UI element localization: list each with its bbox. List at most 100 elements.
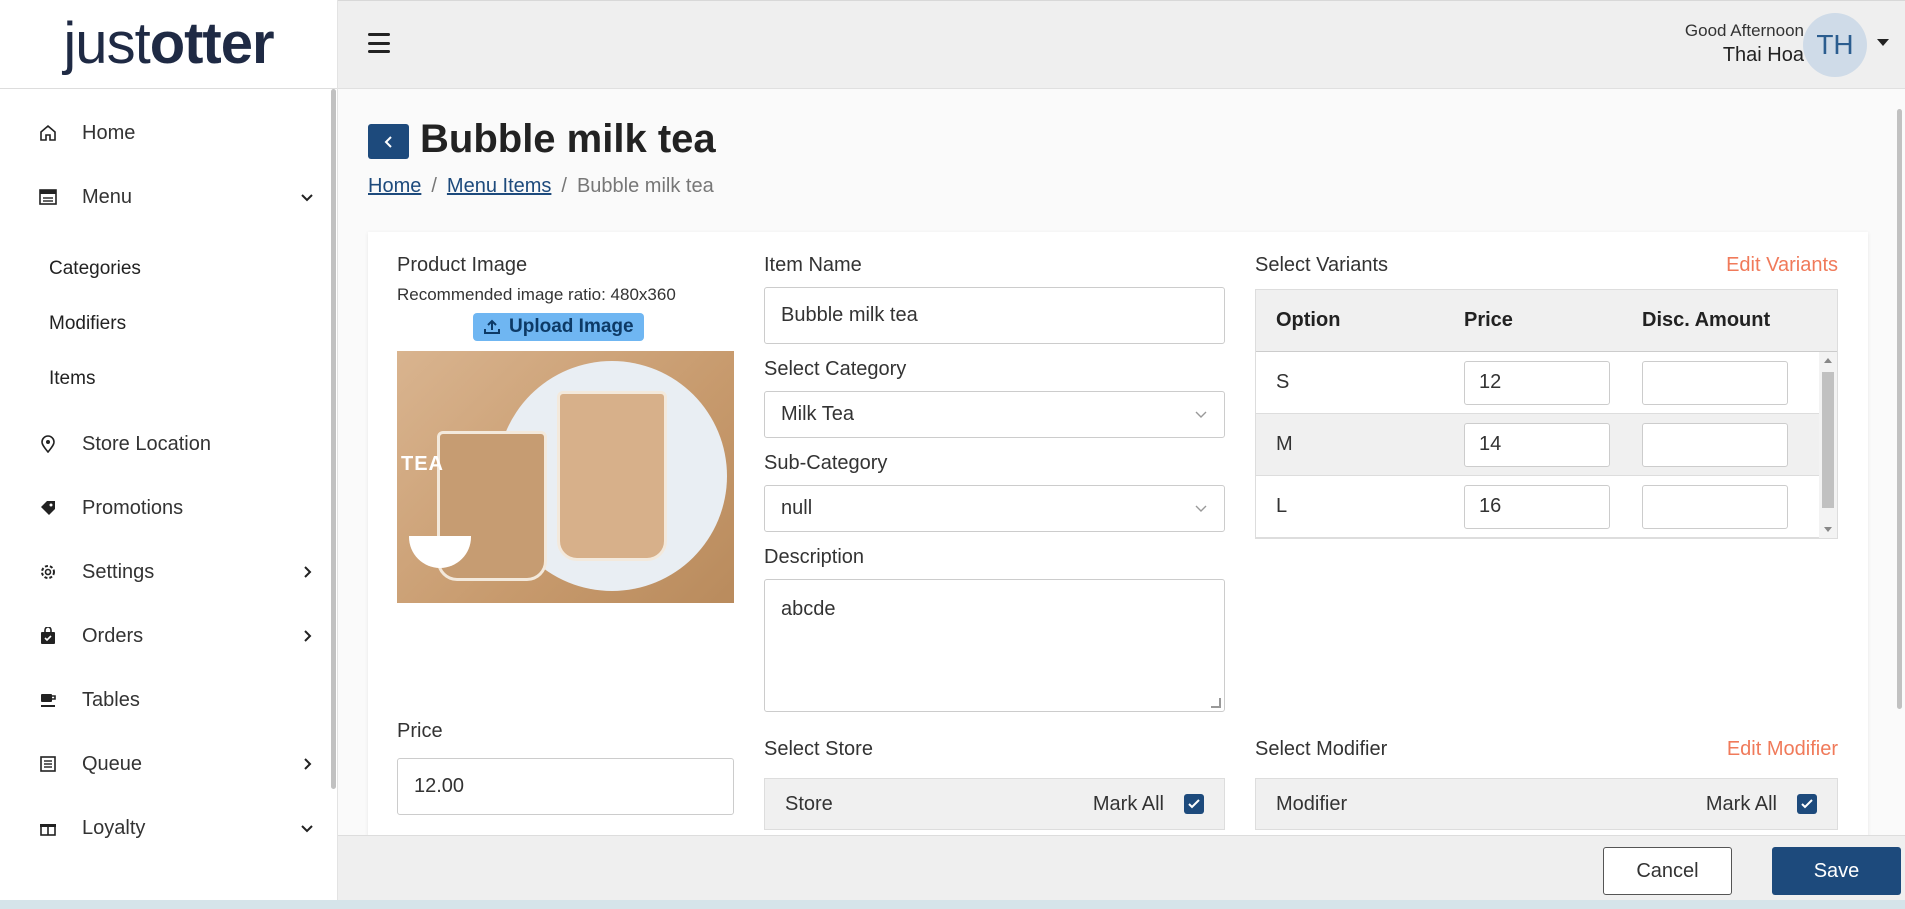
col-header-price: Price — [1464, 309, 1513, 331]
sidebar-nav: Home Menu Categories Modifiers Items Sto… — [0, 89, 337, 860]
sidebar-item-promotions[interactable]: Promotions — [0, 476, 337, 540]
queue-icon — [38, 754, 58, 774]
select-store-label: Select Store — [764, 738, 873, 760]
variants-scrollbar[interactable] — [1819, 352, 1837, 538]
tag-icon — [38, 498, 58, 518]
main-scrollbar[interactable] — [1897, 109, 1902, 709]
menu-submenu: Categories Modifiers Items — [0, 229, 337, 412]
variant-price-input[interactable]: 16 — [1464, 484, 1610, 529]
modifier-table: Modifier Mark All — [1255, 778, 1838, 830]
item-name-input[interactable]: Bubble milk tea — [764, 287, 1225, 344]
sidebar-item-label: Tables — [82, 688, 140, 711]
variant-disc-input[interactable] — [1642, 360, 1788, 405]
menu-icon — [38, 187, 58, 207]
mark-all-label: Mark All — [1092, 792, 1164, 815]
logo[interactable]: justotter — [0, 0, 337, 89]
sub-category-select[interactable]: null — [764, 485, 1225, 532]
sidebar-item-label: Settings — [82, 560, 155, 583]
description-value: abcde — [781, 598, 836, 620]
select-modifier-label: Select Modifier — [1255, 738, 1388, 760]
chevron-right-icon — [299, 564, 315, 580]
avatar[interactable]: TH — [1803, 13, 1867, 77]
form-footer: Cancel Save — [338, 835, 1905, 909]
category-select[interactable]: Milk Tea — [764, 391, 1225, 438]
product-image-label: Product Image — [397, 254, 528, 276]
hamburger-menu-icon[interactable] — [368, 33, 390, 53]
sidebar-item-menu[interactable]: Menu — [0, 165, 337, 229]
location-pin-icon — [38, 434, 58, 454]
image-ratio-hint: Recommended image ratio: 480x360 — [397, 285, 676, 304]
table-row: M 14 — [1256, 414, 1837, 476]
edit-modifier-link[interactable]: Edit Modifier — [1727, 738, 1838, 761]
variant-option: S — [1276, 371, 1290, 393]
breadcrumb-separator: / — [561, 175, 567, 197]
sidebar-item-loyalty[interactable]: Loyalty — [0, 796, 337, 860]
resize-handle[interactable] — [1211, 698, 1221, 708]
store-mark-all-checkbox[interactable] — [1184, 794, 1204, 814]
breadcrumb-separator: / — [431, 175, 437, 197]
col-header-option: Option — [1276, 309, 1341, 331]
sidebar-scrollbar[interactable] — [331, 89, 336, 789]
sidebar-item-tables[interactable]: Tables — [0, 668, 337, 732]
chevron-down-icon — [299, 189, 315, 205]
logo-thin: just — [63, 11, 150, 76]
description-textarea[interactable]: abcde — [764, 579, 1225, 712]
back-button[interactable] — [368, 124, 409, 159]
edit-variants-link[interactable]: Edit Variants — [1726, 254, 1838, 277]
variants-section: Select Variants Edit Variants Option Pri… — [1255, 254, 1838, 539]
sidebar-item-settings[interactable]: Settings — [0, 540, 337, 604]
breadcrumb-home[interactable]: Home — [368, 175, 421, 198]
sidebar-subitem-modifiers[interactable]: Modifiers — [0, 296, 337, 351]
variant-disc-input[interactable] — [1642, 422, 1788, 467]
caret-down-icon[interactable] — [1877, 39, 1889, 46]
sidebar-item-home[interactable]: Home — [0, 101, 337, 165]
store-table: Store Mark All — [764, 778, 1225, 830]
table-row: S 12 — [1256, 352, 1837, 414]
sidebar-item-store-location[interactable]: Store Location — [0, 412, 337, 476]
sidebar-subitem-items[interactable]: Items — [0, 351, 337, 406]
sidebar-item-queue[interactable]: Queue — [0, 732, 337, 796]
product-image-text: TEA — [401, 453, 444, 475]
variant-price-input[interactable]: 12 — [1464, 360, 1610, 405]
breadcrumb: Home / Menu Items / Bubble milk tea — [368, 175, 714, 198]
modifier-mark-all: Mark All — [1706, 793, 1817, 816]
variant-price-input[interactable]: 14 — [1464, 422, 1610, 467]
cancel-button[interactable]: Cancel — [1603, 847, 1732, 895]
check-icon — [1801, 799, 1813, 809]
variant-disc-input[interactable] — [1642, 484, 1788, 529]
sidebar-item-label: Loyalty — [82, 816, 146, 839]
gear-icon — [38, 562, 58, 582]
user-name: Thai Hoa — [1722, 44, 1804, 66]
select-variants-label: Select Variants — [1255, 254, 1389, 276]
chevron-down-icon — [1195, 505, 1207, 512]
sidebar-item-label: Store Location — [82, 432, 211, 455]
sidebar-item-orders[interactable]: Orders — [0, 604, 337, 668]
variant-option: L — [1276, 495, 1288, 517]
product-image-section: Product Image Recommended image ratio: 4… — [397, 254, 734, 603]
chevron-left-icon — [384, 135, 392, 148]
variants-table-header: Option Price Disc. Amount — [1256, 290, 1837, 352]
breadcrumb-menu-items[interactable]: Menu Items — [447, 175, 551, 198]
table-icon — [38, 690, 58, 710]
price-label: Price — [397, 720, 443, 742]
home-icon — [38, 123, 58, 143]
store-column-header: Store — [785, 792, 833, 815]
main-content: Bubble milk tea Home / Menu Items / Bubb… — [338, 89, 1905, 852]
price-input[interactable]: 12.00 — [397, 758, 734, 815]
topbar: Good Afternoon Thai Hoa TH — [338, 0, 1905, 89]
store-mark-all: Mark All — [1093, 793, 1204, 816]
sub-category-selected-value: null — [781, 497, 813, 519]
sidebar-subitem-categories[interactable]: Categories — [0, 241, 337, 296]
description-label: Description — [764, 546, 865, 568]
gift-icon — [38, 818, 58, 838]
upload-image-button[interactable]: Upload Image — [473, 313, 644, 341]
save-button[interactable]: Save — [1772, 847, 1901, 895]
sidebar-item-label: Home — [82, 121, 136, 144]
item-name-label: Item Name — [764, 254, 862, 276]
modifier-mark-all-checkbox[interactable] — [1797, 794, 1817, 814]
store-table-header: Store Mark All — [764, 778, 1225, 830]
chevron-right-icon — [299, 756, 315, 772]
logo-bold: otter — [149, 11, 275, 76]
sidebar-item-label: Menu — [82, 185, 133, 208]
category-label: Select Category — [764, 358, 907, 380]
